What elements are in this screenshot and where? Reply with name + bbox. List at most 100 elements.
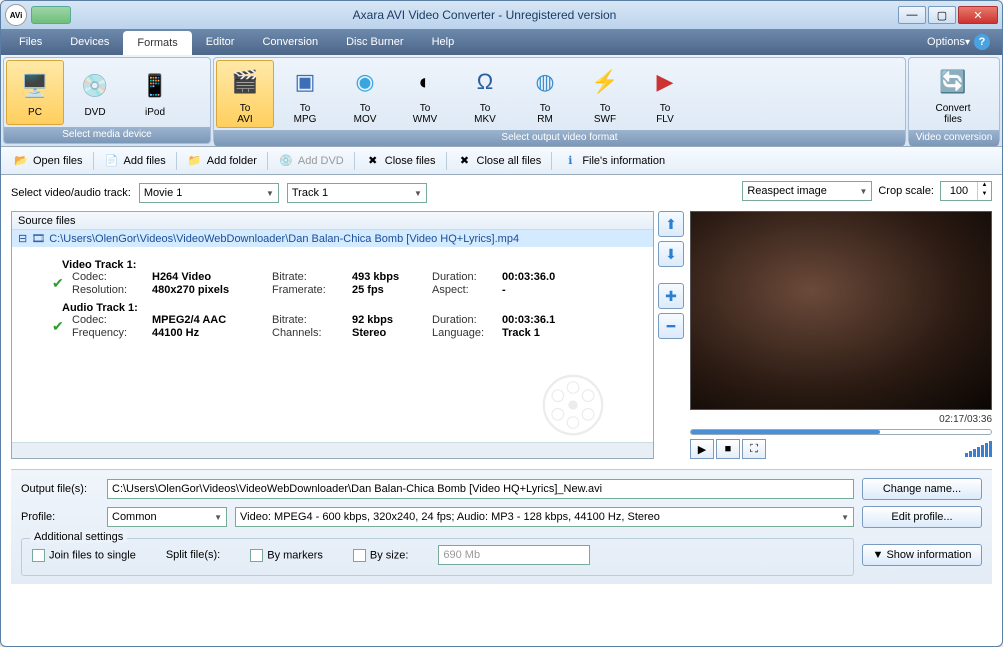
- output-file-label: Output file(s):: [21, 483, 99, 495]
- format-mkv[interactable]: ΩTo MKV: [456, 60, 514, 128]
- minimize-button[interactable]: —: [898, 6, 926, 24]
- ipod-icon: 📱: [136, 67, 174, 105]
- avi-icon: 🎬: [226, 63, 264, 101]
- add-file-icon: 📄: [104, 153, 120, 169]
- stop-button[interactable]: ■: [716, 439, 740, 459]
- close-all-button[interactable]: ✖Close all files: [451, 151, 548, 171]
- video-preview[interactable]: [690, 211, 992, 410]
- menubar: Files Devices Formats Editor Conversion …: [1, 29, 1002, 55]
- menu-help[interactable]: Help: [418, 29, 469, 55]
- seek-bar[interactable]: [690, 429, 992, 435]
- file-toolbar: 📂Open files 📄Add files 📁Add folder 💿Add …: [1, 147, 1002, 175]
- maximize-button[interactable]: ▢: [928, 6, 956, 24]
- rm-icon: ◍: [526, 63, 564, 101]
- source-file-row[interactable]: ⊟ 🎞 C:\Users\OlenGor\Videos\VideoWebDown…: [12, 230, 653, 247]
- add-files-button[interactable]: 📄Add files: [98, 151, 172, 171]
- join-files-checkbox[interactable]: Join files to single: [32, 549, 136, 562]
- close-file-icon: ✖: [365, 153, 381, 169]
- app-icon: AVi: [5, 4, 27, 26]
- mov-icon: ◉: [346, 63, 384, 101]
- move-down-button[interactable]: ⬇: [658, 241, 684, 267]
- menu-conversion[interactable]: Conversion: [248, 29, 332, 55]
- add-folder-button[interactable]: 📁Add folder: [181, 151, 263, 171]
- mpg-icon: ▣: [286, 63, 324, 101]
- horizontal-scrollbar[interactable]: [12, 442, 653, 458]
- menu-discburner[interactable]: Disc Burner: [332, 29, 417, 55]
- quick-access-toolbar[interactable]: [31, 6, 71, 24]
- device-dvd[interactable]: 💿DVD: [66, 60, 124, 125]
- play-button[interactable]: ▶: [690, 439, 714, 459]
- profile-name-select[interactable]: Common: [107, 507, 227, 527]
- audio-check-icon: ✔: [52, 314, 72, 339]
- profile-desc-select[interactable]: Video: MPEG4 - 600 kbps, 320x240, 24 fps…: [235, 507, 854, 527]
- movie-select[interactable]: Movie 1: [139, 183, 279, 203]
- titlebar: AVi Axara AVI Video Converter - Unregist…: [1, 1, 1002, 29]
- swf-icon: ⚡: [586, 63, 624, 101]
- ribbon: 🖥️PC 💿DVD 📱iPod Select media device 🎬To …: [1, 55, 1002, 147]
- open-icon: 📂: [13, 153, 29, 169]
- device-pc[interactable]: 🖥️PC: [6, 60, 64, 125]
- mkv-icon: Ω: [466, 63, 504, 101]
- edit-profile-button[interactable]: Edit profile...: [862, 506, 982, 528]
- app-window: AVi Axara AVI Video Converter - Unregist…: [0, 0, 1003, 647]
- close-files-button[interactable]: ✖Close files: [359, 151, 442, 171]
- file-info-button[interactable]: ℹFile's information: [556, 151, 671, 171]
- add-dvd-button[interactable]: 💿Add DVD: [272, 151, 350, 171]
- ribbon-group-convert: 🔄Convert files Video conversion: [908, 57, 1000, 144]
- menu-formats[interactable]: Formats: [123, 31, 191, 55]
- by-size-checkbox[interactable]: By size:: [353, 549, 409, 562]
- folder-icon: 📁: [187, 153, 203, 169]
- info-icon: ℹ: [562, 153, 578, 169]
- device-ipod[interactable]: 📱iPod: [126, 60, 184, 125]
- volume-indicator[interactable]: [965, 441, 992, 457]
- convert-icon: 🔄: [934, 63, 972, 101]
- dvd-add-icon: 💿: [278, 153, 294, 169]
- open-files-button[interactable]: 📂Open files: [7, 151, 89, 171]
- menu-options[interactable]: Options▾?: [919, 29, 998, 55]
- audio-track-title: Audio Track 1:: [62, 302, 643, 314]
- help-icon[interactable]: ?: [974, 34, 990, 50]
- ribbon-group-devices: 🖥️PC 💿DVD 📱iPod Select media device: [3, 57, 211, 144]
- video-track-title: Video Track 1:: [62, 259, 643, 271]
- format-mov[interactable]: ◉To MOV: [336, 60, 394, 128]
- preview-panel: 02:17/03:36 ▶ ■ ⛶: [690, 211, 992, 459]
- menu-editor[interactable]: Editor: [192, 29, 249, 55]
- preview-mode-select[interactable]: Reaspect image: [742, 181, 872, 201]
- video-check-icon: ✔: [52, 271, 72, 296]
- move-up-button[interactable]: ⬆: [658, 211, 684, 237]
- crop-scale-input[interactable]: ▲▼: [940, 181, 992, 201]
- output-file-input[interactable]: [107, 479, 854, 499]
- close-all-icon: ✖: [457, 153, 473, 169]
- collapse-icon[interactable]: ⊟: [18, 232, 27, 245]
- format-rm[interactable]: ◍To RM: [516, 60, 574, 128]
- window-title: Axara AVI Video Converter - Unregistered…: [71, 8, 898, 22]
- by-markers-checkbox[interactable]: By markers: [250, 549, 323, 562]
- format-avi[interactable]: 🎬To AVI: [216, 60, 274, 128]
- add-button[interactable]: ✚: [658, 283, 684, 309]
- fullscreen-button[interactable]: ⛶: [742, 439, 766, 459]
- profile-label: Profile:: [21, 511, 99, 523]
- ribbon-group-formats: 🎬To AVI ▣To MPG ◉To MOV ◐To WMV ΩTo MKV …: [213, 57, 906, 144]
- crop-scale-label: Crop scale:: [878, 185, 934, 197]
- format-swf[interactable]: ⚡To SWF: [576, 60, 634, 128]
- track-select-label: Select video/audio track:: [11, 187, 131, 199]
- wmv-icon: ◐: [406, 63, 444, 101]
- convert-button[interactable]: 🔄Convert files: [911, 60, 995, 128]
- format-wmv[interactable]: ◐To WMV: [396, 60, 454, 128]
- track-select[interactable]: Track 1: [287, 183, 427, 203]
- change-name-button[interactable]: Change name...: [862, 478, 982, 500]
- menu-files[interactable]: Files: [5, 29, 56, 55]
- source-files-panel: Source files ⊟ 🎞 C:\Users\OlenGor\Videos…: [11, 211, 654, 459]
- spin-down[interactable]: ▼: [978, 191, 991, 200]
- split-files-label: Split file(s):: [166, 549, 220, 561]
- menu-devices[interactable]: Devices: [56, 29, 123, 55]
- format-flv[interactable]: ▶To FLV: [636, 60, 694, 128]
- spin-up[interactable]: ▲: [978, 182, 991, 191]
- remove-button[interactable]: ━: [658, 313, 684, 339]
- close-button[interactable]: ✕: [958, 6, 998, 24]
- format-mpg[interactable]: ▣To MPG: [276, 60, 334, 128]
- show-information-button[interactable]: ▼ Show information: [862, 544, 982, 566]
- playback-time: 02:17/03:36: [690, 414, 992, 425]
- flv-icon: ▶: [646, 63, 684, 101]
- pc-icon: 🖥️: [16, 67, 54, 105]
